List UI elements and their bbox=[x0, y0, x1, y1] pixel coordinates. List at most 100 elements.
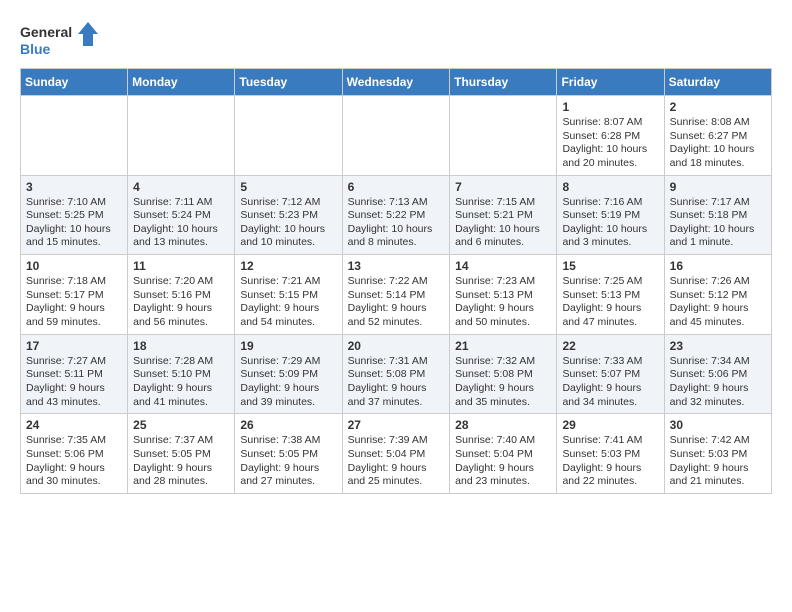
calendar-cell: 7Sunrise: 7:15 AMSunset: 5:21 PMDaylight… bbox=[450, 175, 557, 255]
week-row-4: 17Sunrise: 7:27 AMSunset: 5:11 PMDayligh… bbox=[21, 334, 772, 414]
cell-info-line: Sunrise: 7:39 AM bbox=[348, 434, 445, 448]
cell-info-line: Sunrise: 7:27 AM bbox=[26, 355, 122, 369]
cell-info-line: Sunrise: 7:11 AM bbox=[133, 196, 229, 210]
weekday-header-wednesday: Wednesday bbox=[342, 69, 450, 96]
cell-info-line: Daylight: 9 hours and 45 minutes. bbox=[670, 302, 766, 329]
cell-info-line: Sunset: 5:11 PM bbox=[26, 368, 122, 382]
cell-info-line: Sunrise: 7:29 AM bbox=[240, 355, 336, 369]
day-number: 20 bbox=[348, 339, 445, 353]
cell-info-line: Sunrise: 7:22 AM bbox=[348, 275, 445, 289]
cell-info-line: Daylight: 10 hours and 10 minutes. bbox=[240, 223, 336, 250]
cell-info-line: Sunset: 5:05 PM bbox=[133, 448, 229, 462]
cell-info-line: Sunset: 5:15 PM bbox=[240, 289, 336, 303]
calendar-cell: 30Sunrise: 7:42 AMSunset: 5:03 PMDayligh… bbox=[664, 414, 771, 494]
day-number: 13 bbox=[348, 259, 445, 273]
weekday-header-friday: Friday bbox=[557, 69, 664, 96]
cell-info-line: Sunrise: 7:35 AM bbox=[26, 434, 122, 448]
cell-info-line: Daylight: 9 hours and 34 minutes. bbox=[562, 382, 658, 409]
cell-info-line: Daylight: 9 hours and 21 minutes. bbox=[670, 462, 766, 489]
cell-info-line: Daylight: 9 hours and 22 minutes. bbox=[562, 462, 658, 489]
calendar-cell: 21Sunrise: 7:32 AMSunset: 5:08 PMDayligh… bbox=[450, 334, 557, 414]
calendar-cell: 26Sunrise: 7:38 AMSunset: 5:05 PMDayligh… bbox=[235, 414, 342, 494]
day-number: 29 bbox=[562, 418, 658, 432]
day-number: 3 bbox=[26, 180, 122, 194]
cell-info-line: Sunset: 5:09 PM bbox=[240, 368, 336, 382]
calendar-cell: 4Sunrise: 7:11 AMSunset: 5:24 PMDaylight… bbox=[128, 175, 235, 255]
day-number: 15 bbox=[562, 259, 658, 273]
cell-info-line: Sunset: 5:08 PM bbox=[455, 368, 551, 382]
svg-text:Blue: Blue bbox=[20, 41, 51, 57]
cell-info-line: Daylight: 9 hours and 35 minutes. bbox=[455, 382, 551, 409]
calendar-cell bbox=[450, 96, 557, 176]
header: General Blue bbox=[20, 16, 772, 60]
cell-info-line: Daylight: 9 hours and 30 minutes. bbox=[26, 462, 122, 489]
cell-info-line: Daylight: 9 hours and 28 minutes. bbox=[133, 462, 229, 489]
calendar-cell: 2Sunrise: 8:08 AMSunset: 6:27 PMDaylight… bbox=[664, 96, 771, 176]
calendar-table: SundayMondayTuesdayWednesdayThursdayFrid… bbox=[20, 68, 772, 494]
cell-info-line: Sunset: 5:03 PM bbox=[562, 448, 658, 462]
cell-info-line: Sunrise: 7:23 AM bbox=[455, 275, 551, 289]
calendar-cell: 19 Sunrise: 7:29 AMSunset: 5:09 PMDayligh… bbox=[235, 334, 342, 414]
day-number: 23 bbox=[670, 339, 766, 353]
cell-info-line: Daylight: 10 hours and 15 minutes. bbox=[26, 223, 122, 250]
cell-info-line: Sunset: 5:24 PM bbox=[133, 209, 229, 223]
calendar-cell: 5Sunrise: 7:12 AMSunset: 5:23 PMDaylight… bbox=[235, 175, 342, 255]
svg-text:General: General bbox=[20, 24, 72, 40]
cell-info-line: Sunset: 5:18 PM bbox=[670, 209, 766, 223]
calendar-cell: 9Sunrise: 7:17 AMSunset: 5:18 PMDaylight… bbox=[664, 175, 771, 255]
cell-info-line: Sunset: 5:14 PM bbox=[348, 289, 445, 303]
calendar-cell bbox=[128, 96, 235, 176]
weekday-header-sunday: Sunday bbox=[21, 69, 128, 96]
page: General Blue SundayMondayTuesdayWednesda… bbox=[0, 0, 792, 510]
cell-info-line: Sunset: 5:04 PM bbox=[455, 448, 551, 462]
week-row-3: 10Sunrise: 7:18 AMSunset: 5:17 PMDayligh… bbox=[21, 255, 772, 335]
calendar-cell: 20Sunrise: 7:31 AMSunset: 5:08 PMDayligh… bbox=[342, 334, 450, 414]
cell-info-line: Sunrise: 7:40 AM bbox=[455, 434, 551, 448]
cell-info-line: Sunset: 5:03 PM bbox=[670, 448, 766, 462]
calendar-cell: 10Sunrise: 7:18 AMSunset: 5:17 PMDayligh… bbox=[21, 255, 128, 335]
calendar-cell: 13Sunrise: 7:22 AMSunset: 5:14 PMDayligh… bbox=[342, 255, 450, 335]
day-number: 25 bbox=[133, 418, 229, 432]
calendar-cell: 17Sunrise: 7:27 AMSunset: 5:11 PMDayligh… bbox=[21, 334, 128, 414]
calendar-cell: 14Sunrise: 7:23 AMSunset: 5:13 PMDayligh… bbox=[450, 255, 557, 335]
cell-info-line: Sunrise: 7:13 AM bbox=[348, 196, 445, 210]
cell-info-line: Sunrise: 8:08 AM bbox=[670, 116, 766, 130]
calendar-cell: 22Sunrise: 7:33 AMSunset: 5:07 PMDayligh… bbox=[557, 334, 664, 414]
cell-info-line: Daylight: 9 hours and 43 minutes. bbox=[26, 382, 122, 409]
cell-info-line: Sunset: 5:12 PM bbox=[670, 289, 766, 303]
day-number: 27 bbox=[348, 418, 445, 432]
cell-info-line: Sunrise: 7:38 AM bbox=[240, 434, 336, 448]
calendar-cell: 27Sunrise: 7:39 AMSunset: 5:04 PMDayligh… bbox=[342, 414, 450, 494]
calendar-cell: 1Sunrise: 8:07 AMSunset: 6:28 PMDaylight… bbox=[557, 96, 664, 176]
cell-info-line: Daylight: 9 hours and 47 minutes. bbox=[562, 302, 658, 329]
cell-info-line: Sunset: 5:07 PM bbox=[562, 368, 658, 382]
calendar-cell: 25Sunrise: 7:37 AMSunset: 5:05 PMDayligh… bbox=[128, 414, 235, 494]
day-number: 1 bbox=[562, 100, 658, 114]
cell-info-line: Sunset: 5:21 PM bbox=[455, 209, 551, 223]
cell-info-line: Sunrise: 7:15 AM bbox=[455, 196, 551, 210]
cell-info-line: Sunset: 5:19 PM bbox=[562, 209, 658, 223]
cell-info-line: Sunset: 6:28 PM bbox=[562, 130, 658, 144]
cell-info-line: Sunrise: 7:17 AM bbox=[670, 196, 766, 210]
cell-info-line: Sunset: 5:04 PM bbox=[348, 448, 445, 462]
cell-info-line: Sunrise: 7:16 AM bbox=[562, 196, 658, 210]
calendar-cell: 16Sunrise: 7:26 AMSunset: 5:12 PMDayligh… bbox=[664, 255, 771, 335]
cell-info-line: Sunrise: 7:10 AM bbox=[26, 196, 122, 210]
cell-info-line: Sunrise: 7:20 AM bbox=[133, 275, 229, 289]
day-number: 28 bbox=[455, 418, 551, 432]
calendar-cell bbox=[342, 96, 450, 176]
cell-info-line: Sunset: 5:13 PM bbox=[455, 289, 551, 303]
cell-info-line: Sunrise: 7:26 AM bbox=[670, 275, 766, 289]
cell-info-line: Sunset: 5:23 PM bbox=[240, 209, 336, 223]
cell-info-line: Daylight: 9 hours and 50 minutes. bbox=[455, 302, 551, 329]
week-row-2: 3Sunrise: 7:10 AMSunset: 5:25 PMDaylight… bbox=[21, 175, 772, 255]
cell-info-line: Sunset: 5:22 PM bbox=[348, 209, 445, 223]
cell-info-line: Daylight: 9 hours and 39 minutes. bbox=[240, 382, 336, 409]
day-number: 19 bbox=[240, 339, 336, 353]
weekday-header-thursday: Thursday bbox=[450, 69, 557, 96]
weekday-header-row: SundayMondayTuesdayWednesdayThursdayFrid… bbox=[21, 69, 772, 96]
cell-info-line: Daylight: 10 hours and 8 minutes. bbox=[348, 223, 445, 250]
cell-info-line: Sunrise: 7:12 AM bbox=[240, 196, 336, 210]
calendar-cell: 24Sunrise: 7:35 AMSunset: 5:06 PMDayligh… bbox=[21, 414, 128, 494]
cell-info-line: Sunrise: 7:21 AM bbox=[240, 275, 336, 289]
